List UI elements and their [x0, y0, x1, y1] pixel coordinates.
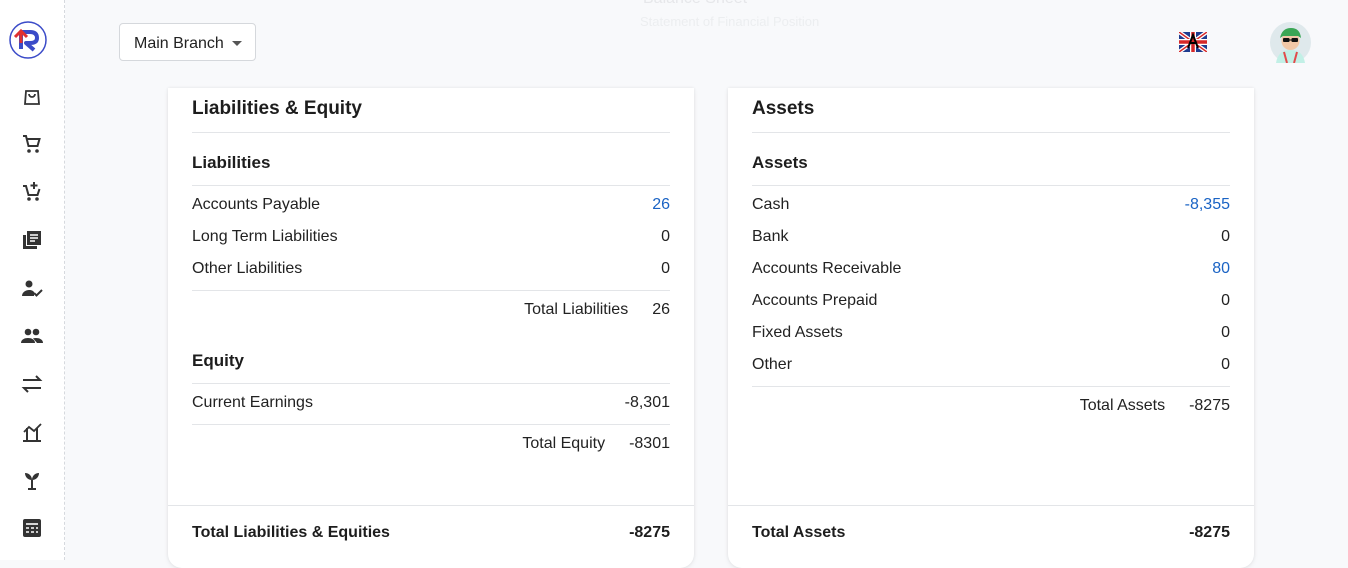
table-row: Fixed Assets 0: [752, 324, 1230, 344]
total-label: Total Liabilities: [524, 301, 629, 318]
transfer-icon[interactable]: [20, 372, 44, 396]
table-row: Bank 0: [752, 228, 1230, 248]
card-title: Liabilities & Equity: [192, 98, 362, 119]
receipt-icon[interactable]: [20, 228, 44, 252]
card-footer: Total Liabilities & Equities -8275: [192, 524, 670, 542]
row-value: 0: [1221, 228, 1230, 245]
row-value-link[interactable]: 26: [652, 196, 670, 214]
divider: [752, 185, 1230, 186]
row-value: -8,301: [624, 394, 670, 411]
liabilities-equity-card: Liabilities & Equity Liabilities Account…: [168, 88, 694, 568]
footer-label: Total Assets: [752, 524, 846, 541]
page-subtitle: Statement of Financial Position: [640, 14, 820, 29]
table-row: Other 0: [752, 356, 1230, 376]
footer-label: Total Liabilities & Equities: [192, 524, 390, 541]
row-label: Fixed Assets: [752, 324, 843, 341]
bag-icon[interactable]: [20, 84, 44, 108]
total-label: Total Equity: [522, 435, 606, 452]
table-row: Other Liabilities 0: [192, 260, 670, 280]
liabilities-heading: Liabilities: [192, 153, 271, 172]
table-row: Accounts Prepaid 0: [752, 292, 1230, 312]
divider: [752, 132, 1230, 133]
top-header: Main Branch Balance Sheet Statement of F…: [65, 0, 1348, 88]
row-value: 0: [1221, 356, 1230, 373]
equity-heading: Equity: [192, 351, 244, 370]
total-liabilities: Total Liabilities 26: [524, 301, 670, 321]
row-label: Long Term Liabilities: [192, 228, 338, 245]
table-row: Long Term Liabilities 0: [192, 228, 670, 248]
divider: [728, 505, 1254, 506]
total-value: -8275: [1189, 397, 1230, 414]
divider: [192, 383, 670, 384]
card-footer: Total Assets -8275: [752, 524, 1230, 542]
branch-select-value: Main Branch: [134, 35, 224, 52]
language-flag-icon[interactable]: [1177, 30, 1209, 54]
cart-plus-icon[interactable]: [20, 180, 44, 204]
card-title: Assets: [752, 98, 815, 119]
chevron-down-icon: [232, 41, 242, 46]
assets-heading: Assets: [752, 153, 808, 172]
row-label: Accounts Payable: [192, 196, 321, 213]
divider: [168, 505, 694, 506]
app-logo[interactable]: [9, 21, 47, 59]
page-title: Balance Sheet: [643, 0, 747, 8]
assets-card: Assets Assets Cash -8,355 Bank 0 Account…: [728, 88, 1254, 568]
row-label: Accounts Receivable: [752, 260, 902, 277]
row-value: 0: [1221, 292, 1230, 309]
total-value: -8301: [629, 435, 670, 452]
calculator-icon[interactable]: [20, 516, 44, 540]
row-value-link[interactable]: -8,355: [1185, 196, 1230, 214]
people-icon[interactable]: [20, 324, 44, 348]
sidebar: [0, 0, 65, 560]
table-row: Cash -8,355: [752, 196, 1230, 216]
footer-value: -8275: [1189, 524, 1230, 541]
row-value-link[interactable]: 80: [1212, 260, 1230, 278]
branch-select[interactable]: Main Branch: [119, 23, 256, 61]
row-label: Bank: [752, 228, 789, 245]
total-assets: Total Assets -8275: [1080, 397, 1230, 417]
divider: [192, 132, 670, 133]
total-value: 26: [652, 301, 670, 318]
avatar[interactable]: [1270, 22, 1311, 64]
row-label: Other Liabilities: [192, 260, 303, 277]
divider: [752, 386, 1230, 387]
plant-icon[interactable]: [20, 468, 44, 492]
row-value: 0: [1221, 324, 1230, 341]
row-label: Accounts Prepaid: [752, 292, 878, 309]
row-label: Current Earnings: [192, 394, 313, 411]
total-equity: Total Equity -8301: [522, 435, 670, 455]
row-value: 0: [661, 228, 670, 245]
divider: [192, 185, 670, 186]
table-row: Accounts Payable 26: [192, 196, 670, 216]
divider: [192, 290, 670, 291]
table-row: Accounts Receivable 80: [752, 260, 1230, 280]
row-label: Other: [752, 356, 793, 373]
cart-icon[interactable]: [20, 132, 44, 156]
divider: [192, 424, 670, 425]
person-check-icon[interactable]: [20, 276, 44, 300]
table-row: Current Earnings -8,301: [192, 394, 670, 414]
footer-value: -8275: [629, 524, 670, 541]
chart-icon[interactable]: [20, 420, 44, 444]
row-value: 0: [661, 260, 670, 277]
total-label: Total Assets: [1079, 397, 1166, 414]
row-label: Cash: [752, 196, 790, 213]
